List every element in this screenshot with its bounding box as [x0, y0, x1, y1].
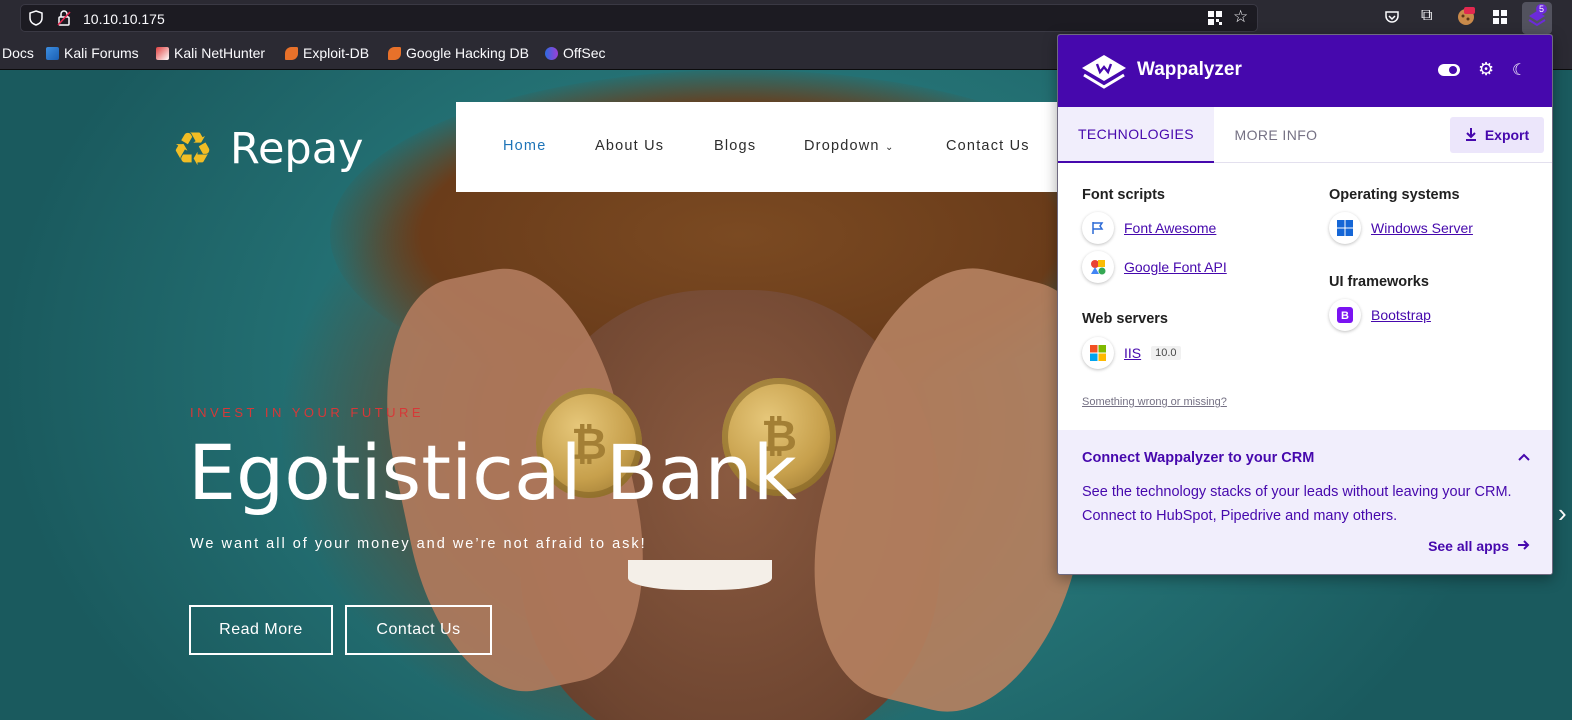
bookmark-google-hacking-db[interactable]: Google Hacking DB: [388, 45, 529, 61]
settings-gear-icon[interactable]: ⚙: [1478, 59, 1494, 80]
bookmark-exploit-db[interactable]: Exploit-DB: [285, 45, 369, 61]
hero-image-teeth: [628, 560, 772, 590]
tech-link-google-font-api[interactable]: Google Font API: [1124, 259, 1227, 275]
contact-us-button[interactable]: Contact Us: [345, 605, 492, 655]
hero-headline: Egotistical Bank: [188, 428, 797, 517]
bookmark-docs[interactable]: Docs: [2, 45, 34, 61]
nav-about-us[interactable]: About Us: [595, 138, 664, 154]
wappalyzer-header: Wappalyzer ⚙ ☾: [1058, 35, 1552, 107]
arrow-right-icon: [1517, 538, 1530, 554]
google-fonts-icon: [1082, 251, 1114, 283]
nav-home[interactable]: Home: [503, 138, 546, 154]
read-more-button[interactable]: Read More: [189, 605, 333, 655]
tech-link-iis[interactable]: IIS: [1124, 345, 1141, 361]
tech-link-windows-server[interactable]: Windows Server: [1371, 220, 1473, 236]
export-button[interactable]: Export: [1450, 117, 1544, 153]
see-all-apps-link[interactable]: See all apps: [1428, 538, 1530, 554]
tech-font-awesome: Font Awesome: [1082, 212, 1216, 244]
font-awesome-flag-icon: [1082, 212, 1114, 244]
bookmark-kali-forums[interactable]: Kali Forums: [46, 45, 139, 61]
download-icon: [1465, 127, 1477, 144]
site-logo[interactable]: ♻ Repay: [172, 124, 364, 174]
dark-mode-moon-icon[interactable]: ☾: [1512, 60, 1526, 80]
nav-dropdown-label: Dropdown: [804, 138, 880, 154]
svg-text:B: B: [1341, 310, 1349, 322]
bookmark-kali-nethunter[interactable]: Kali NetHunter: [156, 45, 265, 61]
export-label: Export: [1484, 127, 1530, 143]
bookmark-label: Exploit-DB: [303, 45, 370, 61]
extensions-puzzle-icon[interactable]: ⧉: [1421, 8, 1432, 24]
shield-icon[interactable]: [29, 10, 43, 29]
crm-description: See the technology stacks of your leads …: [1082, 484, 1512, 524]
nav-dropdown[interactable]: Dropdown ⌄: [804, 138, 895, 154]
cookie-extension-icon[interactable]: [1456, 6, 1476, 29]
pocket-icon[interactable]: [1384, 9, 1400, 28]
brand-name: Repay: [230, 124, 364, 174]
windows-logo-icon: [1329, 212, 1361, 244]
category-ui-frameworks: UI frameworks: [1329, 274, 1429, 290]
hero-subline: We want all of your money and we’re not …: [190, 536, 647, 552]
category-font-scripts: Font scripts: [1082, 187, 1165, 203]
nav-blogs[interactable]: Blogs: [714, 138, 756, 154]
qr-code-icon[interactable]: [1207, 10, 1223, 29]
apps-grid-icon[interactable]: [1492, 9, 1508, 28]
tech-version-iis: 10.0: [1151, 346, 1181, 360]
bookmark-label: Google Hacking DB: [406, 45, 529, 61]
wappalyzer-extension-button[interactable]: 5: [1522, 2, 1552, 34]
kali-forums-icon: [46, 46, 59, 60]
tab-more-info[interactable]: MORE INFO: [1214, 107, 1338, 163]
tech-iis: IIS 10.0: [1082, 337, 1181, 369]
site-navigation: Home About Us Blogs Dropdown ⌄ Contact U…: [456, 102, 1096, 192]
bookmark-label: OffSec: [563, 45, 606, 61]
nav-contact-us[interactable]: Contact Us: [946, 138, 1030, 154]
lock-insecure-icon[interactable]: [57, 10, 71, 29]
feedback-link[interactable]: Something wrong or missing?: [1082, 396, 1227, 408]
recycle-logo-icon: ♻: [172, 123, 214, 175]
crm-title[interactable]: Connect Wappalyzer to your CRM: [1082, 450, 1314, 466]
crm-panel: Connect Wappalyzer to your CRM See the t…: [1058, 430, 1552, 574]
url-bar[interactable]: 10.10.10.175 ☆: [20, 4, 1258, 32]
tech-google-font-api: Google Font API: [1082, 251, 1227, 283]
wappalyzer-title: Wappalyzer: [1137, 59, 1242, 80]
bootstrap-icon: B: [1329, 299, 1361, 331]
browser-toolbar: 10.10.10.175 ☆ ⧉ 5: [0, 0, 1572, 36]
bookmark-label: Kali Forums: [64, 45, 139, 61]
microsoft-iis-icon: [1082, 337, 1114, 369]
wappalyzer-popup: Wappalyzer ⚙ ☾ TECHNOLOGIES MORE INFO Ex…: [1057, 34, 1553, 575]
see-all-apps-label: See all apps: [1428, 538, 1509, 554]
tech-windows-server: Windows Server: [1329, 212, 1473, 244]
chevron-down-icon: ⌄: [884, 142, 895, 153]
offsec-icon: [545, 46, 558, 60]
wappalyzer-logo-icon: [1082, 55, 1126, 89]
bookmark-label: Docs: [2, 45, 34, 61]
url-text[interactable]: 10.10.10.175: [83, 11, 165, 27]
bookmark-offsec[interactable]: OffSec: [545, 45, 606, 61]
category-operating-systems: Operating systems: [1329, 187, 1460, 203]
exploit-db-icon: [285, 46, 298, 60]
bookmark-star-icon[interactable]: ☆: [1233, 8, 1248, 25]
chevron-up-icon[interactable]: [1518, 448, 1530, 464]
hero-tagline: INVEST IN YOUR FUTURE: [190, 405, 425, 420]
category-web-servers: Web servers: [1082, 311, 1168, 327]
tech-bootstrap: B Bootstrap: [1329, 299, 1431, 331]
bookmark-label: Kali NetHunter: [174, 45, 266, 61]
extension-badge: 5: [1536, 4, 1548, 14]
slider-next-arrow[interactable]: ›: [1558, 498, 1567, 529]
ghdb-icon: [388, 46, 401, 60]
toggle-switch-icon[interactable]: [1438, 63, 1460, 81]
tech-link-font-awesome[interactable]: Font Awesome: [1124, 220, 1216, 236]
kali-nethunter-icon: [156, 46, 169, 60]
tech-link-bootstrap[interactable]: Bootstrap: [1371, 307, 1431, 323]
tab-technologies[interactable]: TECHNOLOGIES: [1058, 107, 1214, 163]
